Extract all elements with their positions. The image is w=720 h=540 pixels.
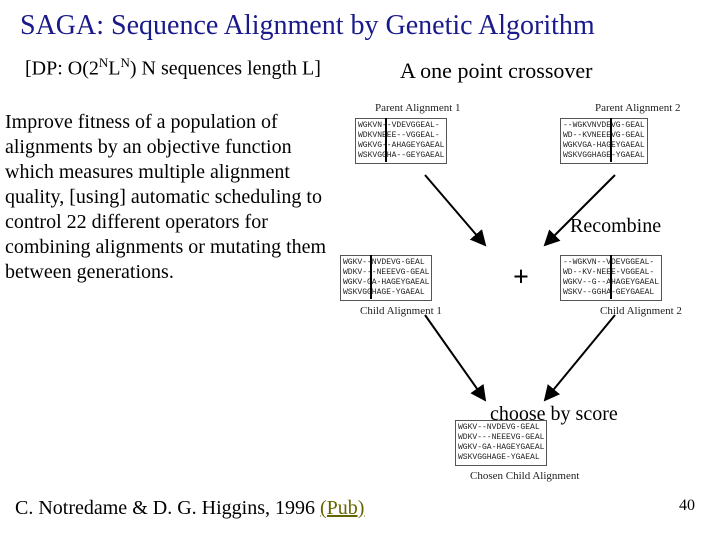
complexity-sup1: N [99, 55, 108, 70]
plus-icon: + [513, 262, 529, 294]
complexity-sup2: N [121, 55, 130, 70]
complexity-prefix: [DP: O(2 [25, 58, 99, 80]
complexity-suffix: ) N sequences length L] [130, 58, 321, 80]
slide-title: SAGA: Sequence Alignment by Genetic Algo… [20, 10, 700, 42]
citation: C. Notredame & D. G. Higgins, 1996 (Pub) [15, 497, 364, 520]
child1-cutline [370, 255, 372, 299]
crossover-heading: A one point crossover [400, 58, 592, 84]
parent2-label: Parent Alignment 2 [595, 102, 681, 114]
parent1-label: Parent Alignment 1 [375, 102, 461, 114]
parent1-box: WGKVN--VDEVGGEAL- WDKVNEEE--VGGEAL- WGKV… [355, 118, 447, 164]
parent1-cutline [385, 118, 387, 162]
chosen-box: WGKV--NVDEVG-GEAL WDKV---NEEEVG-GEAL WGK… [455, 420, 547, 466]
complexity-mid: L [108, 58, 120, 80]
body-paragraph: Improve fitness of a population of align… [5, 110, 335, 285]
child1-box: WGKV--NVDEVG-GEAL WDKV---NEEEVG-GEAL WGK… [340, 255, 432, 301]
complexity-notation: [DP: O(2NLN) N sequences length L] [25, 55, 321, 81]
child2-label: Child Alignment 2 [600, 305, 682, 317]
citation-text: C. Notredame & D. G. Higgins, 1996 [15, 497, 320, 519]
chosen-label: Chosen Child Alignment [470, 470, 579, 482]
parent2-box: --WGKVNVDEVG-GEAL WD--KVNEEEVG-GEAL WGKV… [560, 118, 648, 164]
child2-cutline [610, 255, 612, 299]
child1-label: Child Alignment 1 [360, 305, 442, 317]
crossover-diagram: Parent Alignment 1 WGKVN--VDEVGGEAL- WDK… [335, 100, 715, 520]
parent2-cutline [610, 118, 612, 162]
